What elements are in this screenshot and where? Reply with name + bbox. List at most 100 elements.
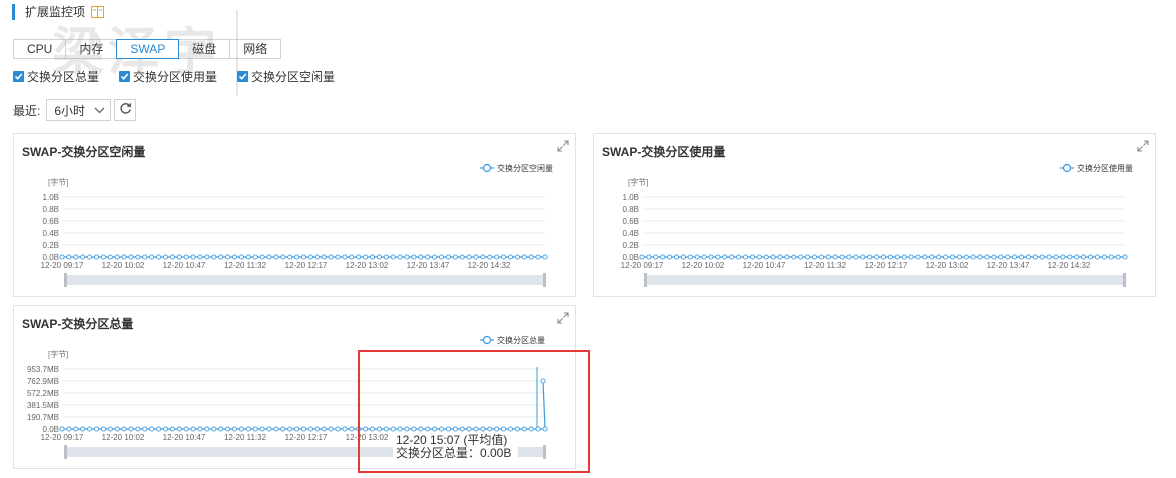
data-point [404, 426, 410, 432]
checkbox-swap-used[interactable]: 交换分区使用量 [119, 68, 217, 85]
data-point [93, 254, 100, 260]
data-point [535, 426, 541, 432]
chevron-down-icon [94, 103, 105, 117]
tooltip-value: 交换分区总量：0.00B [396, 446, 512, 460]
data-point [259, 426, 265, 432]
tab-disk[interactable]: 磁盘 [178, 39, 231, 59]
data-point [107, 254, 113, 260]
data-point [397, 254, 403, 260]
data-point [473, 426, 479, 432]
checkbox-checked-icon[interactable] [237, 71, 249, 82]
data-point [107, 426, 113, 432]
data-point [238, 254, 244, 260]
data-point [991, 254, 997, 260]
data-point [176, 254, 182, 260]
data-point [459, 254, 465, 260]
book-icon[interactable] [91, 6, 105, 18]
checkbox-swap-free[interactable]: 交换分区空闲量 [237, 68, 335, 85]
y-unit-label: [字节] [48, 349, 68, 359]
data-point [383, 254, 389, 260]
data-point [507, 254, 514, 260]
data-point [287, 254, 293, 260]
data-point [480, 254, 486, 260]
data-point [190, 426, 196, 432]
x-tick-label: 12-20 13:02 [926, 261, 969, 270]
chart-tooltip: 12-20 15:07 (平均值) 交换分区总量：0.00B [393, 433, 518, 465]
data-point [1060, 254, 1066, 260]
data-point [245, 426, 251, 432]
data-point [514, 426, 520, 432]
data-point [1087, 254, 1094, 260]
data-point [1074, 254, 1080, 260]
swap-free-chart: 交换分区空闲量[字节]0.0B0.2B0.4B0.6B0.8B1.0B12-20… [41, 163, 553, 287]
data-point [1032, 254, 1038, 260]
time-range-value: 6小时 [54, 103, 86, 118]
data-point [487, 426, 493, 432]
data-point [874, 254, 880, 260]
data-point [135, 426, 141, 432]
data-point [411, 426, 417, 432]
zoom-slider [64, 275, 546, 285]
y-tick-label: 0.8B [43, 205, 59, 214]
data-point [494, 254, 500, 260]
data-point [514, 254, 520, 260]
data-point [204, 426, 210, 432]
data-point [736, 254, 742, 260]
data-point [1081, 254, 1087, 260]
x-tick-label: 12-20 11:32 [224, 261, 267, 270]
data-point [231, 426, 238, 432]
data-point [114, 254, 120, 260]
tab-cpu[interactable]: CPU [13, 39, 67, 59]
watermark-line [236, 10, 238, 96]
data-point [784, 254, 790, 260]
data-point [156, 426, 162, 432]
data-point [915, 254, 921, 260]
y-tick-label: 0.4B [623, 229, 639, 238]
checkbox-checked-icon[interactable] [119, 71, 131, 82]
data-point [231, 254, 238, 260]
data-point [342, 426, 348, 432]
data-point [197, 426, 203, 432]
x-tick-label: 12-20 12:17 [285, 433, 328, 442]
chart-panel-swap-free: SWAP-交换分区空闲量 交换分区空闲量 [字节] 0.0B 0.2B 0.4B 0.6B… [13, 133, 576, 297]
data-point [1005, 254, 1011, 260]
data-point [770, 254, 776, 260]
legend-marker [482, 335, 492, 345]
y-unit-label: [字节] [628, 177, 648, 187]
data-point [259, 254, 265, 260]
x-tick-label: 12-20 12:17 [285, 261, 328, 270]
data-point [287, 426, 293, 432]
data-point [542, 254, 548, 260]
data-point [363, 254, 369, 260]
data-point [252, 254, 258, 260]
data-point [459, 426, 465, 432]
data-point [411, 254, 417, 260]
tab-memory[interactable]: 内存 [65, 39, 118, 59]
data-point [349, 426, 355, 432]
checkbox-checked-icon[interactable] [13, 71, 24, 82]
data-point [66, 254, 72, 260]
x-tick-label: 12-20 13:02 [346, 261, 389, 270]
x-tick-label: 12-20 13:47 [407, 261, 450, 270]
refresh-button[interactable] [114, 99, 137, 121]
data-point [218, 254, 224, 260]
data-point [190, 254, 196, 260]
data-point [1094, 254, 1100, 260]
data-point [936, 254, 942, 260]
data-point [756, 254, 762, 260]
data-point [1108, 254, 1114, 260]
data-point [156, 254, 162, 260]
data-point [528, 254, 534, 260]
time-range-select[interactable]: 6小时 [46, 99, 112, 121]
data-point [266, 254, 272, 260]
tab-swap[interactable]: SWAP [116, 39, 180, 59]
zoom-handle-left [64, 445, 67, 459]
data-point [1039, 254, 1045, 260]
data-point [273, 426, 279, 432]
metric-tabs: CPU 内存 SWAP 磁盘 网络 [13, 39, 282, 59]
data-point [349, 254, 355, 260]
checkbox-swap-total[interactable]: 交换分区总量 [13, 68, 99, 85]
section-title: 扩展监控项 [12, 4, 105, 20]
zoom-handle-left [644, 273, 647, 287]
data-point [880, 254, 887, 260]
